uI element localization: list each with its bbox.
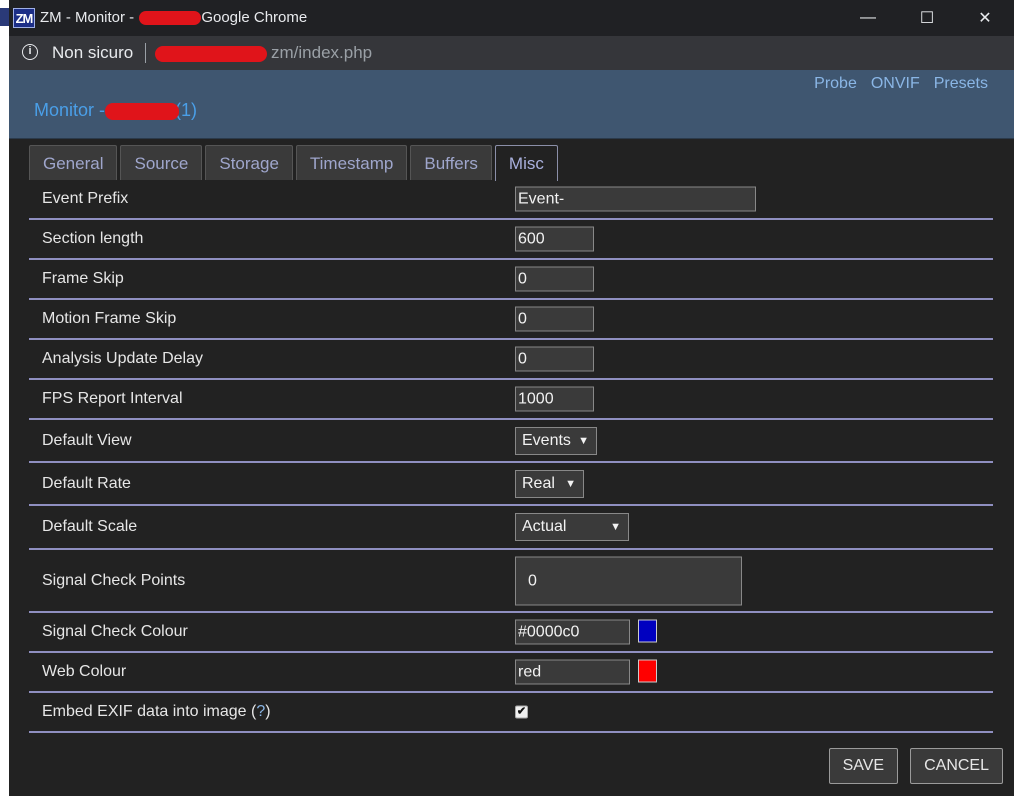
- tab-source[interactable]: Source: [120, 145, 203, 180]
- tab-bar: General Source Storage Timestamp Buffers…: [29, 145, 561, 181]
- default-view-select[interactable]: Events ▼: [515, 426, 597, 455]
- table-row: Signal Check Points 0: [29, 550, 993, 613]
- title-bar: ZM ZM - Monitor - - Google Chrome — ☐ ✕: [9, 0, 1014, 36]
- tab-buffers[interactable]: Buffers: [410, 145, 492, 180]
- tab-timestamp[interactable]: Timestamp: [295, 145, 408, 180]
- header-links: Probe ONVIF Presets: [814, 75, 988, 93]
- motion-frame-skip-label: Motion Frame Skip: [42, 310, 177, 327]
- settings-table: Event Prefix Event- Section length 600 F…: [29, 180, 993, 733]
- table-row: Embed EXIF data into image (?) ✔: [29, 693, 993, 733]
- default-view-label: Default View: [42, 431, 132, 449]
- tab-misc[interactable]: Misc: [494, 145, 558, 181]
- table-row: Default Scale Actual ▼: [29, 506, 993, 550]
- table-row: FPS Report Interval 1000: [29, 380, 993, 420]
- form-buttons: SAVE CANCEL: [828, 748, 1003, 784]
- default-rate-value: Real: [522, 474, 555, 492]
- web-colour-input[interactable]: red: [515, 659, 630, 685]
- signal-check-colour-swatch: [638, 619, 657, 643]
- frame-skip-input[interactable]: 0: [515, 266, 594, 292]
- table-row: Default Rate Real ▼: [29, 463, 993, 506]
- main-content: General Source Storage Timestamp Buffers…: [9, 139, 1014, 796]
- default-scale-value: Actual: [522, 518, 567, 535]
- chevron-down-icon: ▼: [578, 434, 589, 447]
- signal-check-colour-label: Signal Check Colour: [42, 623, 188, 640]
- probe-link[interactable]: Probe: [814, 75, 857, 93]
- signal-check-points-label: Signal Check Points: [42, 571, 186, 589]
- signal-check-colour-field: #0000c0: [515, 619, 660, 645]
- table-row: Event Prefix Event-: [29, 180, 993, 220]
- embed-exif-label: Embed EXIF data into image (?): [42, 703, 271, 720]
- redaction-mark: [139, 11, 201, 25]
- maximize-button[interactable]: ☐: [904, 0, 950, 36]
- address-bar[interactable]: i Non sicuro zm/index.php: [9, 36, 1014, 70]
- minimize-button[interactable]: —: [845, 0, 891, 36]
- analysis-update-delay-input[interactable]: 0: [515, 346, 594, 372]
- save-button[interactable]: SAVE: [828, 748, 899, 784]
- analysis-update-delay-label: Analysis Update Delay: [42, 350, 203, 367]
- default-scale-select[interactable]: Actual ▼: [515, 513, 629, 541]
- table-row: Default View Events ▼: [29, 420, 993, 463]
- default-view-value: Events: [522, 431, 571, 449]
- onvif-link[interactable]: ONVIF: [871, 75, 920, 93]
- web-colour-label: Web Colour: [42, 663, 127, 680]
- tab-storage[interactable]: Storage: [205, 145, 293, 180]
- desktop-app-icon: [0, 8, 9, 26]
- embed-exif-checkbox[interactable]: ✔: [515, 705, 528, 719]
- window-title-prefix: ZM - Monitor -: [40, 9, 135, 26]
- table-row: Motion Frame Skip 0: [29, 300, 993, 340]
- fps-report-interval-input[interactable]: 1000: [515, 386, 594, 412]
- section-length-label: Section length: [42, 230, 144, 247]
- chevron-down-icon: ▼: [565, 477, 576, 490]
- close-window-button[interactable]: ✕: [962, 0, 1008, 36]
- default-scale-label: Default Scale: [42, 518, 138, 535]
- web-colour-swatch: [638, 659, 657, 683]
- window-title-suffix: - Google Chrome: [192, 9, 308, 26]
- tab-general[interactable]: General: [29, 145, 118, 180]
- address-separator: [145, 43, 146, 63]
- close-icon: ✕: [978, 10, 992, 27]
- section-length-input[interactable]: 600: [515, 226, 594, 252]
- table-row: Frame Skip 0: [29, 260, 993, 300]
- help-link[interactable]: ?: [256, 703, 265, 720]
- embed-exif-label-text: Embed EXIF data into image: [42, 703, 247, 720]
- desktop-shortcut-icon: [0, 110, 9, 126]
- chevron-down-icon: ▼: [610, 521, 621, 533]
- motion-frame-skip-input[interactable]: 0: [515, 306, 594, 332]
- minimize-icon: —: [860, 9, 876, 26]
- frame-skip-label: Frame Skip: [42, 270, 124, 287]
- table-row: Signal Check Colour #0000c0: [29, 613, 993, 653]
- redaction-mark: [105, 103, 179, 120]
- web-colour-field: red: [515, 659, 660, 685]
- table-row: Analysis Update Delay 0: [29, 340, 993, 380]
- maximize-icon: ☐: [919, 10, 935, 27]
- page-title-prefix: Monitor -: [34, 100, 106, 120]
- signal-check-points-input[interactable]: 0: [515, 556, 742, 605]
- redaction-mark: [155, 46, 267, 62]
- browser-window: ZM ZM - Monitor - - Google Chrome — ☐ ✕ i…: [9, 0, 1014, 796]
- event-prefix-input[interactable]: Event-: [515, 186, 756, 212]
- cancel-button[interactable]: CANCEL: [910, 748, 1003, 784]
- security-label[interactable]: Non sicuro: [52, 43, 133, 63]
- fps-report-interval-label: FPS Report Interval: [42, 390, 183, 407]
- monitor-header: Probe ONVIF Presets Monitor - (1): [9, 70, 1014, 139]
- presets-link[interactable]: Presets: [934, 75, 988, 93]
- zm-app-icon: ZM: [13, 8, 35, 28]
- table-row: Web Colour red: [29, 653, 993, 693]
- event-prefix-label: Event Prefix: [42, 190, 129, 207]
- info-icon[interactable]: i: [22, 44, 38, 60]
- table-row: Section length 600: [29, 220, 993, 260]
- url-text[interactable]: zm/index.php: [271, 43, 372, 63]
- default-rate-select[interactable]: Real ▼: [515, 469, 584, 498]
- default-rate-label: Default Rate: [42, 474, 131, 492]
- signal-check-colour-input[interactable]: #0000c0: [515, 619, 630, 645]
